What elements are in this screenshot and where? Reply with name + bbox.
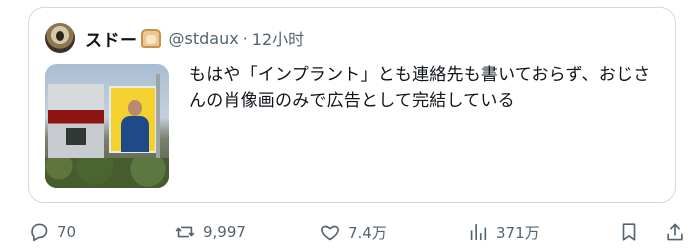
post-image-thumbnail[interactable] [45,64,169,188]
portrait-image-part [121,100,149,152]
repost-button[interactable]: 9,997 [174,218,246,246]
like-button[interactable]: 7.4万 [319,218,387,246]
views-button[interactable]: 371万 [467,218,540,246]
reply-count: 70 [57,223,77,241]
quoted-post-card[interactable]: スドー @stdaux · 12小时 もはや「インプラント」とも連絡先も書いてお… [28,7,676,203]
timestamp-separator: · [242,28,248,48]
post-timestamp[interactable]: 12小时 [252,26,304,50]
avatar[interactable] [45,23,75,53]
quoted-post-body: もはや「インプラント」とも連絡先も書いておらず、おじさんの肖像画のみで広告として… [45,64,659,188]
repost-count: 9,997 [203,223,246,241]
repost-icon [175,226,195,238]
bread-icon [140,28,161,48]
bushes-image-part [45,158,169,188]
reply-button[interactable]: 70 [28,218,76,246]
bookmark-icon [622,223,636,241]
analytics-icon [470,223,487,241]
reply-icon [31,223,48,242]
bookmark-button[interactable] [618,218,640,246]
quoted-post-header: スドー @stdaux · 12小时 [45,22,304,54]
post-actions: 70 9,997 7.4万 371万 [28,218,683,246]
billboard-image-part [109,86,157,153]
heart-icon [321,225,339,241]
display-name[interactable]: スドー [85,26,138,51]
quoted-post-text: もはや「インプラント」とも連絡先も書いておらず、おじさんの肖像画のみで広告として… [189,65,651,111]
user-handle[interactable]: @stdaux [169,29,239,48]
views-count: 371万 [496,223,540,242]
like-count: 7.4万 [348,223,387,242]
share-button[interactable] [664,218,686,246]
share-icon [667,223,683,241]
